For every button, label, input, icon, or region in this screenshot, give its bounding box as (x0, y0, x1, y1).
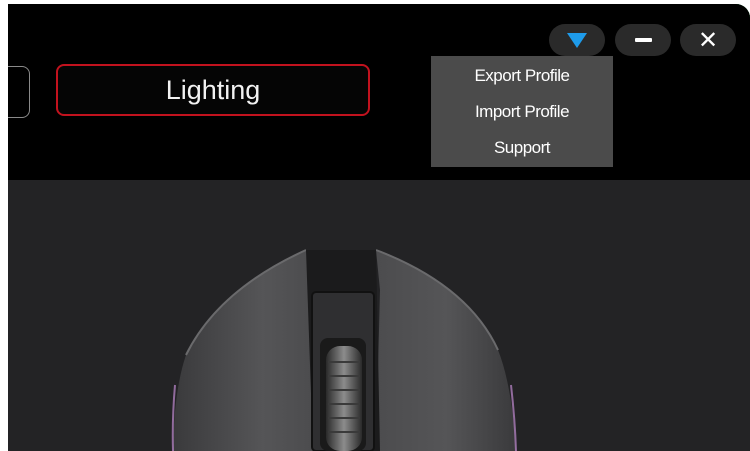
device-preview-area (8, 180, 750, 451)
header-bar: Lighting ✕ Export Profile Import Profile… (8, 4, 750, 180)
tab-lighting[interactable]: Lighting (56, 64, 370, 116)
menu-dropdown-button[interactable] (549, 24, 605, 56)
menu-item-import-profile[interactable]: Import Profile (431, 98, 613, 134)
minus-icon (634, 38, 652, 42)
triangle-down-icon (567, 32, 587, 48)
tab-previous[interactable] (8, 66, 30, 118)
menu-item-export-profile[interactable]: Export Profile (431, 62, 613, 98)
minimize-button[interactable] (615, 24, 671, 56)
profile-dropdown-menu: Export Profile Import Profile Support (431, 56, 613, 167)
gaming-mouse-image (171, 249, 517, 451)
app-window: Lighting ✕ Export Profile Import Profile… (8, 4, 750, 451)
close-button[interactable]: ✕ (680, 24, 736, 56)
close-icon: ✕ (697, 26, 719, 54)
menu-item-support[interactable]: Support (431, 134, 613, 170)
tab-lighting-label: Lighting (165, 74, 261, 105)
